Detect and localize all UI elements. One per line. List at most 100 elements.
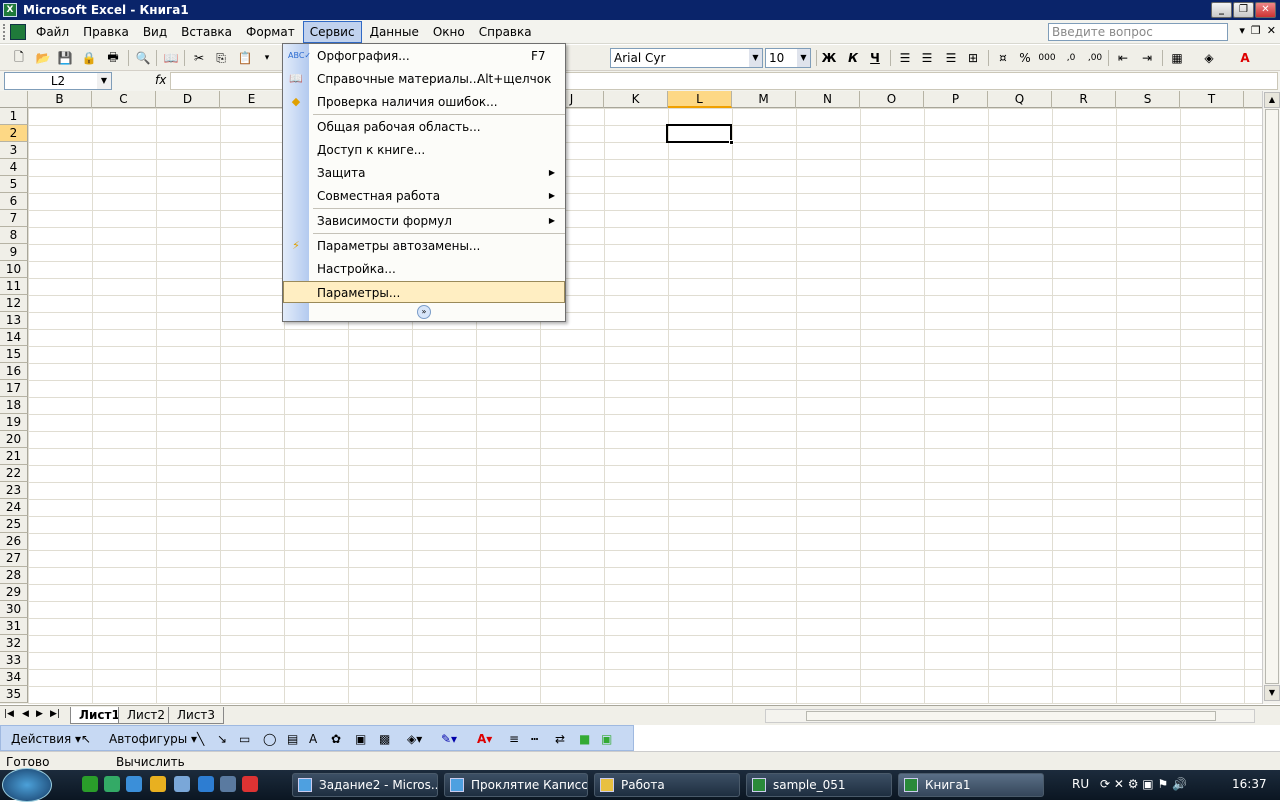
menu-item-share-workbook[interactable]: Доступ к книге... (283, 139, 565, 161)
picture-icon[interactable]: ▩ (379, 732, 390, 746)
font-name-combo[interactable]: Arial Cyr ▼ (610, 48, 763, 68)
quicklaunch-icon[interactable] (220, 776, 236, 792)
menu-item-collaboration[interactable]: Совместная работа ▶ (283, 185, 565, 207)
name-box[interactable]: L2 ▼ (4, 72, 112, 90)
ask-question-input[interactable]: Введите вопрос (1048, 23, 1228, 41)
row-header[interactable]: 3 (0, 142, 28, 159)
column-header[interactable]: S (1116, 91, 1180, 108)
menu-format[interactable]: Формат (240, 22, 301, 42)
ie-icon[interactable] (126, 776, 142, 792)
column-header[interactable]: P (924, 91, 988, 108)
column-header[interactable]: O (860, 91, 924, 108)
row-header[interactable]: 21 (0, 448, 28, 465)
tray-icons[interactable]: ⟳ ✕ ⚙ ▣ ⚑ 🔊 (1100, 777, 1187, 791)
menu-item-protection[interactable]: Защита ▶ (283, 162, 565, 184)
align-center-icon[interactable]: ☰ (918, 49, 936, 67)
research-icon[interactable]: 📖 (162, 49, 180, 67)
scroll-up-icon[interactable]: ▲ (1264, 92, 1280, 108)
row-header[interactable]: 14 (0, 329, 28, 346)
fill-color-icon[interactable]: ◈ (1200, 49, 1218, 67)
menu-item-formula-auditing[interactable]: Зависимости формул ▶ (283, 210, 565, 232)
merge-center-icon[interactable]: ⊞ (964, 49, 982, 67)
thousands-icon[interactable]: 000 (1038, 49, 1056, 67)
row-header[interactable]: 31 (0, 618, 28, 635)
chevron-down-icon[interactable]: ▼ (797, 49, 810, 67)
row-header[interactable]: 24 (0, 499, 28, 516)
font-color-icon[interactable]: A▾ (477, 732, 492, 746)
borders-icon[interactable]: ▦ (1168, 49, 1186, 67)
vertical-scroll-thumb[interactable] (1265, 109, 1279, 684)
row-header[interactable]: 23 (0, 482, 28, 499)
column-header[interactable]: R (1052, 91, 1116, 108)
row-header[interactable]: 9 (0, 244, 28, 261)
row-header[interactable]: 32 (0, 635, 28, 652)
menu-item-spelling[interactable]: ABC✓ Орфография... F7 (283, 45, 565, 67)
menu-item-options[interactable]: Параметры... (283, 281, 565, 303)
prev-sheet-icon[interactable]: ◀ (22, 709, 29, 719)
column-header[interactable]: T (1180, 91, 1244, 108)
desktop-icon[interactable] (174, 776, 190, 792)
textbox-icon[interactable]: ▤ (287, 732, 298, 746)
taskbar-item[interactable]: Работа (594, 773, 740, 797)
paste-icon[interactable]: 📋 (236, 49, 254, 67)
quicklaunch-icon[interactable] (242, 776, 258, 792)
row-header[interactable]: 17 (0, 380, 28, 397)
row-header[interactable]: 19 (0, 414, 28, 431)
diagram-icon[interactable]: ✿ (331, 732, 341, 746)
column-header[interactable]: C (92, 91, 156, 108)
fill-color-icon[interactable]: ◈▾ (407, 732, 422, 746)
quicklaunch-icon[interactable] (104, 776, 120, 792)
row-header[interactable]: 12 (0, 295, 28, 312)
column-header[interactable]: E (220, 91, 284, 108)
permission-icon[interactable]: 🔒 (80, 49, 98, 67)
autoshapes-menu[interactable]: Автофигуры ▾ (109, 732, 197, 746)
oval-icon[interactable]: ◯ (263, 732, 276, 746)
row-header[interactable]: 6 (0, 193, 28, 210)
menu-view[interactable]: Вид (137, 22, 173, 42)
row-header[interactable]: 15 (0, 346, 28, 363)
menu-item-error-check[interactable]: ◆ Проверка наличия ошибок... (283, 91, 565, 113)
align-right-icon[interactable]: ☰ (942, 49, 960, 67)
align-left-icon[interactable]: ☰ (896, 49, 914, 67)
menu-data[interactable]: Данные (364, 22, 425, 42)
shadow-icon[interactable]: ■ (579, 732, 590, 746)
copy-icon[interactable]: ⎘ (212, 49, 230, 67)
save-icon[interactable]: 💾 (56, 49, 74, 67)
horizontal-scroll-thumb[interactable] (806, 711, 1216, 721)
menu-edit[interactable]: Правка (77, 22, 135, 42)
cut-icon[interactable]: ✂ (190, 49, 208, 67)
vertical-scrollbar[interactable]: ▲ ▼ (1262, 91, 1280, 704)
media-icon[interactable] (150, 776, 166, 792)
underline-icon[interactable]: Ч (866, 49, 884, 67)
line-style-icon[interactable]: ≡ (509, 732, 519, 746)
font-color-icon[interactable]: A (1236, 49, 1254, 67)
decrease-indent-icon[interactable]: ⇤ (1114, 49, 1132, 67)
increase-decimal-icon[interactable]: ,0 (1062, 49, 1080, 67)
taskbar-item[interactable]: Проклятие Каписс... (444, 773, 588, 797)
doc-minimize-button[interactable]: ▾ (1239, 24, 1245, 37)
chevron-down-icon[interactable]: ▼ (749, 49, 762, 67)
line-color-icon[interactable]: ✎▾ (441, 732, 457, 746)
first-sheet-icon[interactable]: |◀ (4, 709, 14, 719)
clock[interactable]: 16:37 (1232, 777, 1267, 791)
row-header[interactable]: 35 (0, 686, 28, 703)
percent-icon[interactable]: % (1016, 49, 1034, 67)
chevron-down-icon[interactable]: ▼ (97, 73, 111, 89)
expand-menu-icon[interactable]: » (417, 305, 431, 319)
row-header[interactable]: 27 (0, 550, 28, 567)
row-header[interactable]: 25 (0, 516, 28, 533)
currency-icon[interactable]: ¤ (994, 49, 1012, 67)
menu-window[interactable]: Окно (427, 22, 471, 42)
menu-file[interactable]: Файл (30, 22, 75, 42)
bold-icon[interactable]: Ж (820, 49, 838, 67)
minimize-button[interactable]: _ (1211, 2, 1232, 18)
increase-indent-icon[interactable]: ⇥ (1138, 49, 1156, 67)
select-objects-icon[interactable]: ↖ (81, 732, 91, 746)
function-icon[interactable]: fx (155, 73, 166, 87)
doc-restore-button[interactable]: ❐ (1251, 24, 1261, 37)
row-header[interactable]: 1 (0, 108, 28, 125)
horizontal-scrollbar[interactable] (765, 709, 1255, 723)
paste-dropdown-icon[interactable]: ▾ (258, 49, 276, 67)
new-icon[interactable]: 🗋 (10, 49, 28, 67)
row-header[interactable]: 30 (0, 601, 28, 618)
